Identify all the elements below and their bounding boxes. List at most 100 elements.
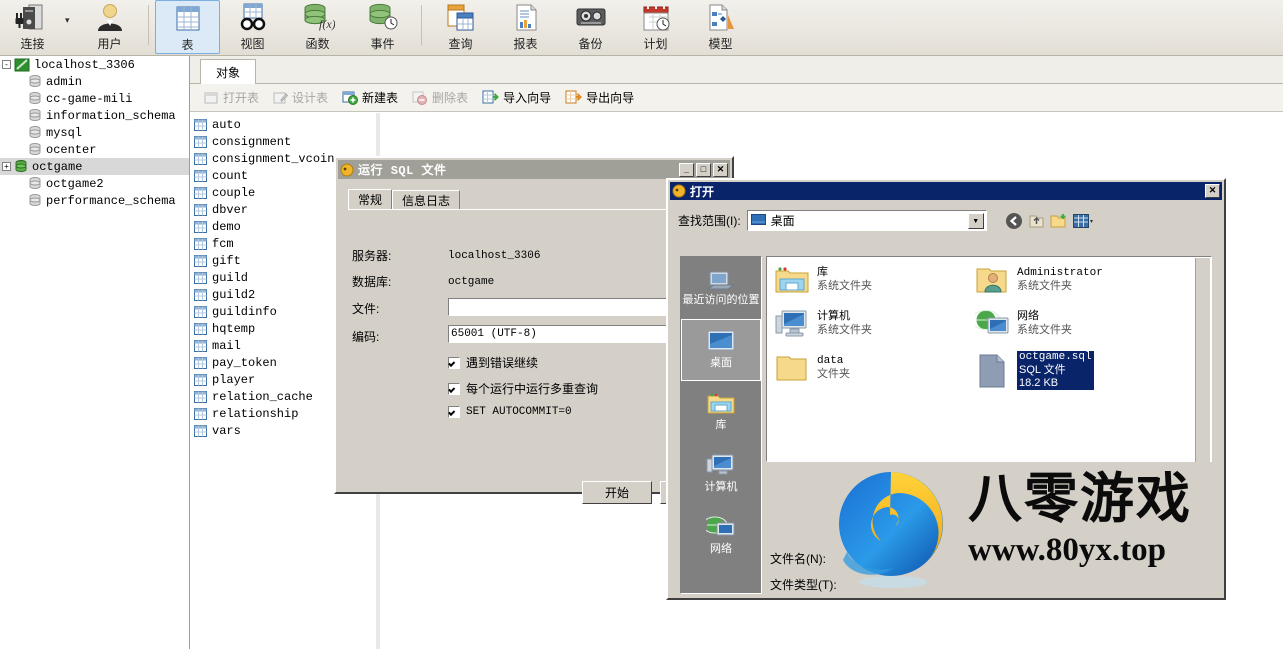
toolbar-button-table[interactable]: 表 (155, 0, 220, 54)
close-button[interactable]: ✕ (713, 162, 728, 177)
place-desktop[interactable]: 桌面 (681, 319, 761, 381)
checkbox-box[interactable] (448, 356, 460, 369)
up-folder-icon[interactable] (1028, 212, 1045, 229)
toolbar-button-query[interactable]: 查询 (428, 0, 493, 54)
place-computer[interactable]: 计算机 (681, 443, 761, 505)
folder-icon (775, 353, 809, 383)
connection-tree[interactable]: - localhost_3306 admin cc-game-mili info… (0, 56, 190, 649)
open-dialog-titlebar[interactable]: 打开 ✕ (670, 182, 1222, 200)
checkbox-set-autocommit[interactable]: SET AUTOCOMMIT=0 (448, 406, 572, 418)
table-name: mail (212, 338, 241, 353)
new-folder-icon[interactable] (1050, 213, 1068, 229)
toolbar-label: 报表 (513, 37, 538, 51)
views-icon[interactable] (1072, 213, 1095, 229)
database-icon (28, 92, 42, 105)
tree-item-performance-schema[interactable]: performance_schema (0, 192, 189, 209)
checkbox-label: 遇到错误继续 (466, 356, 539, 370)
look-in-combo[interactable]: 桌面 ▼ (746, 210, 987, 231)
file-subtitle: 文件夹 (817, 368, 850, 380)
event-icon (363, 3, 403, 33)
open-file-dialog[interactable]: 打开 ✕ 查找范围(I): 桌面 ▼ 最近访问的位置 桌面 库 计算机 网络 库… (666, 178, 1226, 600)
toolbar-button-model[interactable]: 模型 (688, 0, 753, 54)
place-library[interactable]: 库 (681, 381, 761, 443)
tree-item-cc-game-mili[interactable]: cc-game-mili (0, 90, 189, 107)
toolbar-button-view[interactable]: 视图 (220, 0, 285, 54)
close-button[interactable]: ✕ (1205, 184, 1220, 198)
tab-general[interactable]: 常规 (348, 189, 393, 210)
checkbox-label: SET AUTOCOMMIT=0 (466, 406, 572, 418)
export-wizard-icon (565, 90, 582, 105)
connection-dropdown-caret[interactable]: ▾ (65, 15, 77, 26)
table-row[interactable]: consignment (190, 133, 1283, 150)
list-item[interactable]: data 文件夹 (775, 353, 850, 383)
checkbox-box[interactable] (448, 382, 460, 395)
table-row[interactable]: auto (190, 116, 1283, 133)
database-label: 数据库: (352, 275, 392, 289)
delete-table-icon (412, 91, 428, 105)
tree-expander-root[interactable]: - (2, 60, 11, 69)
chevron-down-icon[interactable]: ▼ (967, 213, 984, 229)
places-bar[interactable]: 最近访问的位置 桌面 库 计算机 网络 (680, 256, 762, 594)
tab-infolog[interactable]: 信息日志 (392, 190, 461, 210)
design-table-button[interactable]: 设计表 (267, 87, 334, 108)
checkbox-box[interactable] (448, 406, 460, 418)
table-icon (194, 203, 207, 216)
open-table-button[interactable]: 打开表 (198, 87, 265, 108)
open-dialog-title: 打开 (690, 184, 715, 199)
design-table-icon (273, 91, 289, 105)
list-item[interactable]: 网络 系统文件夹 (975, 309, 1072, 339)
checkbox-multi-query[interactable]: 每个运行中运行多重查询 (448, 380, 598, 397)
place-network[interactable]: 网络 (681, 505, 761, 567)
list-item[interactable]: Administrator 系统文件夹 (975, 265, 1103, 295)
toolbar-button-user[interactable]: 用户 (77, 0, 142, 54)
toolbar-button-connection[interactable]: 连接 (0, 0, 65, 54)
list-item-selected[interactable]: octgame.sql SQL 文件 18.2 KB (975, 350, 1095, 391)
start-button[interactable]: 开始 (582, 481, 652, 504)
tree-expander-octgame[interactable]: + (2, 162, 11, 171)
import-wizard-button[interactable]: 导入向导 (476, 87, 557, 108)
query-icon (441, 3, 481, 33)
table-icon (194, 169, 207, 182)
toolbar-button-report[interactable]: 报表 (493, 0, 558, 54)
minimize-glyph: _ (683, 163, 689, 174)
user-folder-icon (975, 265, 1009, 295)
back-icon[interactable] (1005, 212, 1023, 230)
toolbar-separator (148, 5, 149, 45)
minimize-button[interactable]: _ (679, 162, 694, 177)
tree-root-localhost[interactable]: - localhost_3306 (0, 56, 189, 73)
table-icon (194, 152, 207, 165)
toolbar-button-event[interactable]: 事件 (350, 0, 415, 54)
tree-item-octgame2[interactable]: octgame2 (0, 175, 189, 192)
place-recent[interactable]: 最近访问的位置 (681, 257, 761, 319)
toolbar-button-backup[interactable]: 备份 (558, 0, 623, 54)
table-icon (194, 339, 207, 352)
toolbar-label: 用户 (97, 37, 122, 51)
tab-objects[interactable]: 对象 (200, 59, 256, 84)
close-glyph: ✕ (1208, 185, 1217, 195)
tree-item-octgame[interactable]: + octgame (0, 158, 189, 175)
list-item[interactable]: 计算机 系统文件夹 (775, 309, 872, 339)
toolbar-button-function[interactable]: f(x) 函数 (285, 0, 350, 54)
tree-item-label: performance_schema (46, 193, 176, 208)
tree-item-ocenter[interactable]: ocenter (0, 141, 189, 158)
database-icon (28, 177, 42, 190)
maximize-button[interactable]: □ (696, 162, 711, 177)
file-subtitle: 系统文件夹 (1017, 324, 1072, 336)
toolbar-label: 连接 (20, 37, 45, 51)
new-table-button[interactable]: 新建表 (336, 87, 404, 108)
tree-item-information-schema[interactable]: information_schema (0, 107, 189, 124)
list-item[interactable]: 库 系统文件夹 (775, 265, 872, 295)
file-list[interactable]: 库 系统文件夹 Administrator 系统文件夹 计算机 系统文件夹 网络… (766, 256, 1212, 462)
file-list-scrollbar[interactable] (1195, 258, 1210, 462)
tree-item-admin[interactable]: admin (0, 73, 189, 90)
run-sql-titlebar[interactable]: 运行 SQL 文件 _ □ ✕ (338, 160, 730, 179)
server-value: localhost_3306 (448, 249, 541, 262)
connection-icon (13, 3, 53, 33)
checkbox-continue-on-error[interactable]: 遇到错误继续 (448, 354, 538, 371)
delete-table-button[interactable]: 删除表 (406, 87, 474, 108)
open-dialog-window-buttons: ✕ (1205, 184, 1220, 198)
toolbar-button-schedule[interactable]: 计划 (623, 0, 688, 54)
tree-item-mysql[interactable]: mysql (0, 124, 189, 141)
table-name: gift (212, 253, 241, 268)
export-wizard-button[interactable]: 导出向导 (559, 87, 640, 108)
